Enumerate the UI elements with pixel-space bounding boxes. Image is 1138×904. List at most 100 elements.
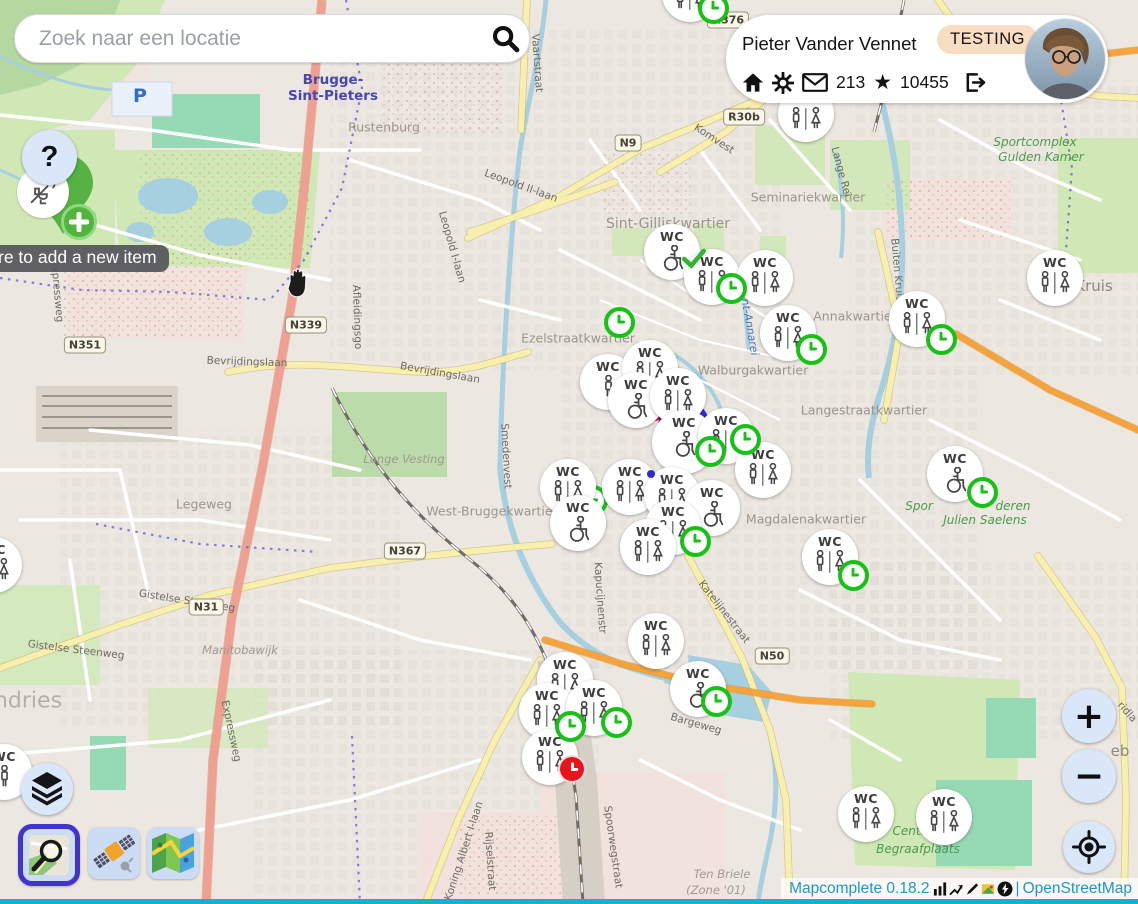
user-panel[interactable]: Pieter Vander Vennet TESTING — [726, 15, 1108, 103]
basemap-osm-button[interactable] — [18, 824, 80, 886]
basemap-satellite-button[interactable] — [88, 827, 140, 879]
geolocate-button[interactable] — [1063, 821, 1115, 873]
zoom-in-label: + — [1074, 696, 1104, 737]
toilet-pair-icon — [674, 0, 706, 10]
map-marker-toilet[interactable]: WC — [838, 786, 894, 842]
toilet-pair-icon — [747, 463, 779, 486]
home-icon[interactable] — [742, 72, 764, 93]
crosshair-icon — [1072, 830, 1106, 864]
toilet-wheelchair-icon — [622, 393, 651, 420]
map-marker-toilet[interactable]: WC — [550, 495, 606, 551]
openstreetmap-link[interactable]: OpenStreetMap — [1023, 880, 1132, 898]
search-input[interactable] — [37, 26, 483, 52]
messages-envelope-icon[interactable] — [802, 73, 828, 92]
marker-wc-label: WC — [624, 379, 648, 392]
changeset-count: 10455 — [900, 72, 949, 93]
zoom-out-button[interactable]: − — [1062, 749, 1116, 803]
marker-wc-label: WC — [753, 257, 777, 270]
marker-wc-label: WC — [700, 487, 724, 500]
marker-wc-label: WC — [636, 526, 660, 539]
map-marker-toilet[interactable]: WC — [684, 249, 740, 305]
marker-wc-label: WC — [618, 466, 642, 479]
map-marker-toilet[interactable]: WC — [670, 661, 726, 717]
toilet-pair-icon — [901, 312, 933, 335]
marker-wc-label: WC — [686, 668, 710, 681]
marker-wc-label: WC — [0, 751, 16, 764]
logout-icon[interactable] — [963, 71, 987, 94]
map-marker-toilet[interactable]: WC — [889, 291, 945, 347]
toilet-single-icon — [0, 765, 12, 788]
mapcomplete-version-link[interactable]: Mapcomplete 0.18.2 — [789, 880, 929, 898]
marker-wc-label: WC — [596, 361, 620, 374]
toilet-pair-icon — [772, 326, 804, 349]
layers-button[interactable] — [21, 763, 73, 815]
marker-wc-label: WC — [672, 417, 696, 430]
map-marker-toilet[interactable]: WC — [760, 305, 816, 361]
map-marker-toilet[interactable]: WC — [916, 789, 972, 845]
toilet-wheelchair-icon — [684, 682, 713, 709]
toilet-wheelchair-icon — [670, 431, 699, 458]
search-icon[interactable] — [483, 16, 529, 62]
toilet-pair-icon — [578, 701, 610, 724]
map-marker-toilet[interactable]: WC — [735, 442, 791, 498]
marker-wc-label: WC — [553, 659, 577, 672]
edit-pencil-icon — [965, 881, 980, 897]
marker-wc-label: WC — [538, 736, 562, 749]
marker-wc-label: WC — [661, 506, 685, 519]
map-marker-toilet[interactable]: WC — [737, 250, 793, 306]
settings-gear-icon[interactable] — [772, 72, 794, 94]
toilet-pair-icon — [632, 540, 664, 563]
map-marker-toilet[interactable]: WC — [566, 680, 622, 736]
toilet-pair-icon — [710, 429, 742, 452]
attribution-bar: Mapcomplete 0.18.2 | OpenStreetMap — [781, 878, 1138, 899]
messages-count: 213 — [836, 72, 865, 93]
marker-wc-label: WC — [932, 796, 956, 809]
add-plus-icon[interactable] — [61, 204, 97, 240]
user-name: Pieter Vander Vennet — [742, 33, 917, 55]
basemap-map-button[interactable] — [147, 827, 199, 879]
toilet-pair-icon — [928, 810, 960, 833]
toilet-wheelchair-icon — [658, 245, 687, 272]
map-marker-toilet[interactable]: WC — [927, 446, 983, 502]
map-marker-toilet[interactable]: WC — [620, 519, 676, 575]
search-bar[interactable] — [14, 14, 530, 63]
osm-magnifier-icon — [27, 833, 71, 877]
zoom-in-button[interactable]: + — [1062, 689, 1116, 743]
zoom-out-label: − — [1074, 756, 1104, 797]
marker-wc-label: WC — [854, 793, 878, 806]
toilet-pair-icon — [850, 807, 882, 830]
toilet-wheelchair-icon — [941, 467, 970, 494]
map-marker-toilet[interactable]: WC — [522, 729, 578, 785]
mini-map-icon — [981, 881, 996, 897]
marker-wc-label: WC — [535, 690, 559, 703]
toilet-pair-icon — [814, 550, 846, 573]
star-icon: ★ — [873, 72, 892, 93]
testing-badge: TESTING — [937, 25, 1038, 54]
marker-wc-label: WC — [582, 687, 606, 700]
marker-wc-label: WC — [776, 312, 800, 325]
marker-wc-label: WC — [0, 544, 6, 557]
toilet-wheelchair-icon — [564, 516, 593, 543]
satellite-icon — [91, 830, 137, 876]
map-marker-toilet[interactable]: WC — [802, 529, 858, 585]
toilet-pair-icon — [534, 750, 566, 773]
map-marker-toilet[interactable]: WC — [628, 613, 684, 669]
avatar[interactable] — [1025, 19, 1105, 99]
attribution-separator: | — [1016, 880, 1020, 898]
marker-wc-label: WC — [751, 449, 775, 462]
marker-wc-label: WC — [566, 502, 590, 515]
folded-map-icon — [151, 832, 195, 874]
toilet-pair-icon — [531, 704, 563, 727]
layers-icon — [30, 771, 64, 807]
mapcomplete-app: Brugge-Sint-PietersRustenburgSint-Gillis… — [0, 0, 1138, 904]
help-label: ? — [41, 141, 59, 174]
toilet-pair-icon — [749, 271, 781, 294]
help-button[interactable]: ? — [22, 130, 77, 185]
map-marker-toilet[interactable]: WC — [1027, 250, 1083, 306]
toilet-pair-icon — [696, 270, 728, 293]
marker-wc-label: WC — [644, 620, 668, 633]
toilet-pair-icon — [662, 389, 694, 412]
bottom-strip — [0, 899, 1138, 904]
toilet-pair-icon — [0, 558, 10, 581]
marker-wc-label: WC — [818, 536, 842, 549]
